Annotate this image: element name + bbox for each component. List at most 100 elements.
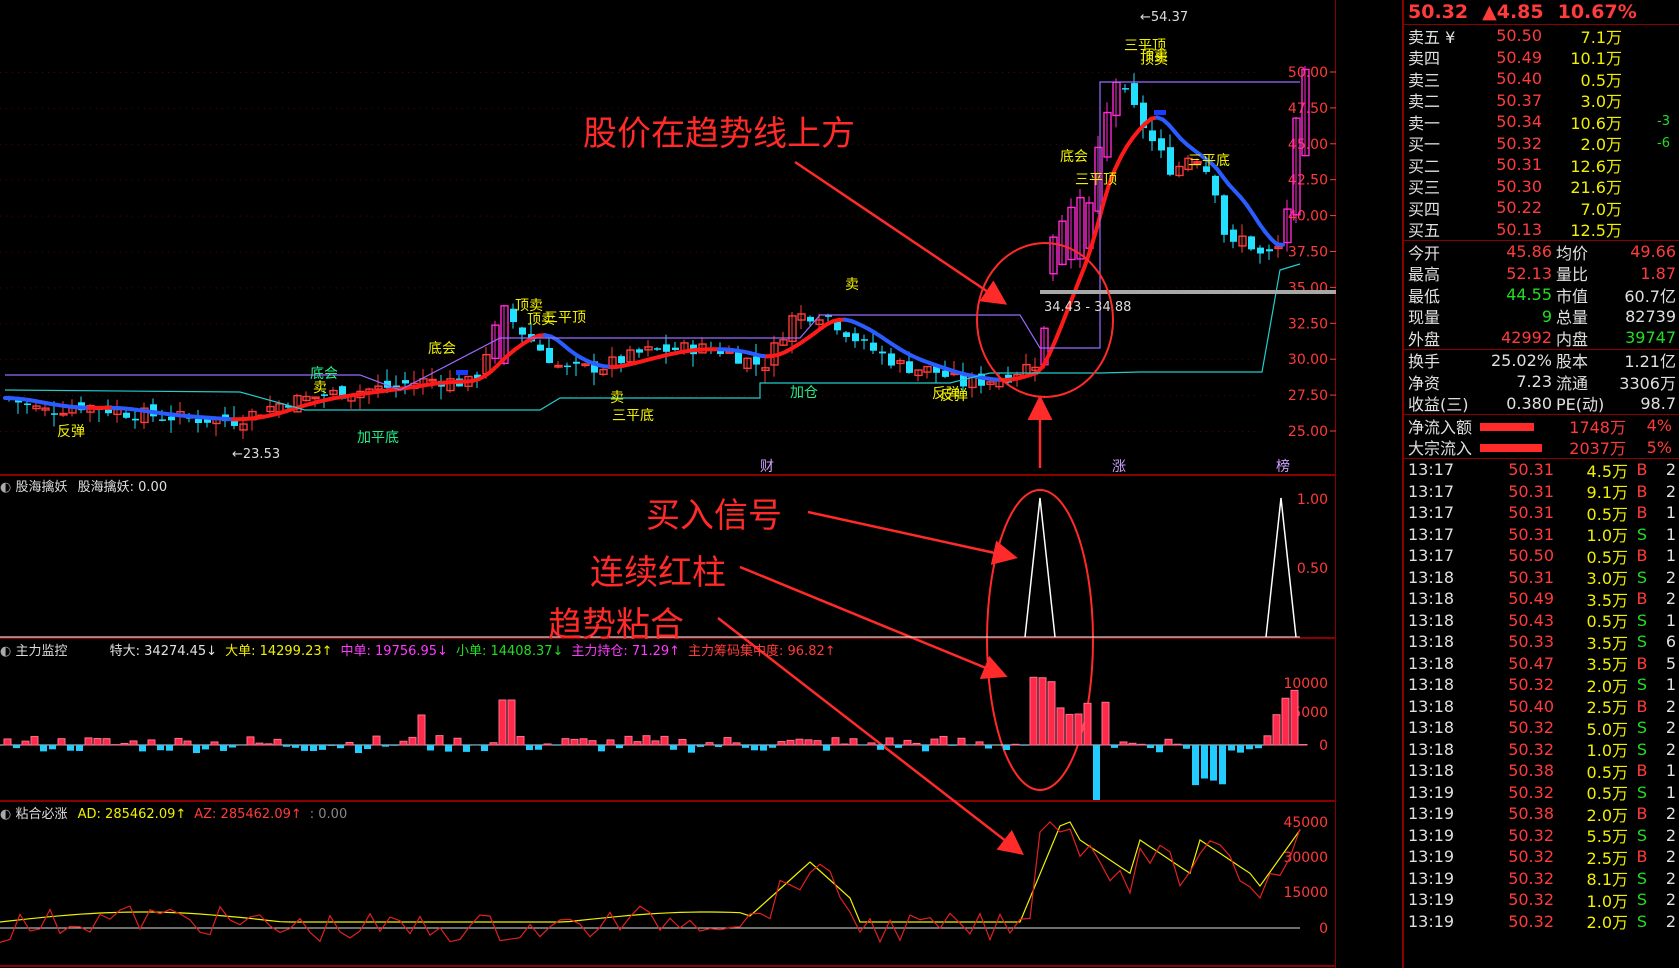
trade-price: 50.32 — [1508, 890, 1554, 910]
trade-row[interactable]: 13:19 50.32 2.0万 S 2 — [1404, 911, 1679, 933]
trade-row[interactable]: 13:19 50.32 1.0万 S 2 — [1404, 889, 1679, 911]
candle-body[interactable] — [1212, 175, 1219, 196]
order-book-row[interactable]: 卖二 50.37 3.0万 — [1404, 90, 1679, 112]
panel3-metric: AZ: 285462.09↑ — [194, 807, 302, 822]
panel3-chart[interactable]: 4500030000150000X10 — [0, 815, 1336, 965]
candle-body[interactable] — [519, 327, 526, 335]
order-book-row[interactable]: 买一 50.32 2.0万 -6 — [1404, 133, 1679, 155]
flow-bar — [516, 736, 525, 746]
trade-row[interactable]: 13:17 50.31 0.5万 B 1 — [1404, 502, 1679, 524]
candle-body[interactable] — [195, 418, 202, 424]
trade-row[interactable]: 13:17 50.31 4.5万 B 2 — [1404, 459, 1679, 481]
candle-body[interactable] — [906, 361, 913, 373]
candle-body[interactable] — [843, 332, 850, 337]
candle-body[interactable] — [753, 356, 760, 365]
trade-row[interactable]: 13:18 50.40 2.5万 B 2 — [1404, 696, 1679, 718]
trade-row[interactable]: 13:18 50.32 2.0万 S 1 — [1404, 674, 1679, 696]
candle-body[interactable] — [537, 344, 544, 351]
collapse-icon[interactable]: ◐ — [0, 480, 11, 495]
event-marker[interactable]: 榜 — [1276, 458, 1290, 475]
candle-body[interactable] — [1122, 88, 1129, 90]
order-book-row[interactable]: 买二 50.31 12.6万 — [1404, 154, 1679, 176]
candle-body[interactable] — [888, 353, 895, 366]
candle-body[interactable] — [123, 412, 130, 418]
trade-row[interactable]: 13:18 50.33 3.5万 S 6 — [1404, 631, 1679, 653]
trade-volume: 9.1万 — [1586, 483, 1628, 503]
candle-body[interactable] — [654, 348, 661, 350]
candle-body[interactable] — [159, 419, 166, 421]
candle-body[interactable] — [402, 380, 409, 384]
candle-body[interactable] — [672, 347, 679, 350]
flow-bar — [1164, 738, 1173, 746]
candle-body[interactable] — [51, 413, 58, 415]
candle-body[interactable] — [735, 351, 742, 364]
collapse-icon[interactable]: ◐ — [0, 644, 11, 659]
order-level-label: 卖四 — [1408, 49, 1441, 69]
candle-body[interactable] — [1266, 249, 1273, 252]
trade-row[interactable]: 13:18 50.32 1.0万 S 2 — [1404, 739, 1679, 761]
flow-bar — [930, 738, 939, 746]
order-book-row[interactable]: 买四 50.22 7.0万 — [1404, 197, 1679, 219]
candle-body[interactable] — [1158, 138, 1165, 151]
candle-body[interactable] — [636, 349, 643, 353]
candle-body[interactable] — [393, 385, 400, 387]
trade-row[interactable]: 13:19 50.32 8.1万 S 2 — [1404, 868, 1679, 890]
order-book-row[interactable]: 卖五 ¥ 50.50 7.1万 — [1404, 25, 1679, 47]
candle-body[interactable] — [564, 365, 571, 368]
candle-body[interactable] — [24, 403, 31, 406]
candle-body[interactable] — [870, 342, 877, 351]
candle-body[interactable] — [1167, 147, 1174, 175]
trade-row[interactable]: 13:19 50.32 2.5万 B 2 — [1404, 846, 1679, 868]
order-book-row[interactable]: 卖三 50.40 0.5万 — [1404, 68, 1679, 90]
order-book-row[interactable]: 买五 50.13 12.5万 — [1404, 219, 1679, 241]
flow-pct: 5% — [1646, 437, 1672, 457]
candle-body[interactable] — [132, 418, 139, 421]
candle-body[interactable] — [879, 351, 886, 354]
candle-body[interactable] — [1248, 236, 1255, 250]
trade-row[interactable]: 13:19 50.38 2.0万 B 2 — [1404, 803, 1679, 825]
candle-body[interactable] — [573, 361, 580, 364]
trade-row[interactable]: 13:18 50.43 0.5万 S 1 — [1404, 610, 1679, 632]
flow-bar — [867, 742, 876, 746]
collapse-icon[interactable]: ◐ — [0, 807, 11, 822]
order-book-row[interactable]: 卖一 50.34 10.6万 -3 — [1404, 111, 1679, 133]
event-marker[interactable]: 财 — [760, 459, 774, 475]
trade-row[interactable]: 13:17 50.31 9.1万 B 2 — [1404, 481, 1679, 503]
order-volume: 21.6万 — [1570, 178, 1622, 198]
trade-row[interactable]: 13:19 50.32 5.5万 S 2 — [1404, 825, 1679, 847]
trade-row[interactable]: 13:19 50.32 0.5万 S 1 — [1404, 782, 1679, 804]
trade-row[interactable]: 13:17 50.31 1.0万 S 1 — [1404, 524, 1679, 546]
flow-bar — [1480, 444, 1543, 453]
candle-body[interactable] — [663, 344, 670, 352]
candle-body[interactable] — [807, 316, 814, 322]
candle-body[interactable] — [1221, 195, 1228, 235]
trade-count: 1 — [1665, 782, 1676, 802]
candle-body[interactable] — [618, 356, 625, 364]
flow-bar — [1210, 745, 1217, 781]
flow-bar-track — [1480, 416, 1552, 435]
trade-row[interactable]: 13:18 50.49 3.5万 B 2 — [1404, 588, 1679, 610]
trade-row[interactable]: 13:18 50.31 3.0万 S 2 — [1404, 567, 1679, 589]
event-marker[interactable]: 涨 — [1112, 459, 1126, 475]
trade-row[interactable]: 13:17 50.50 0.5万 B 1 — [1404, 545, 1679, 567]
candle-body[interactable] — [1230, 229, 1237, 242]
candle-body[interactable] — [168, 416, 175, 421]
trade-ticks[interactable]: 13:17 50.31 4.5万 B 2 13:17 50.31 9.1万 B 2 13:17 50.… — [1404, 459, 1679, 932]
order-book-row[interactable]: 买三 50.30 21.6万 — [1404, 176, 1679, 198]
chart-area[interactable]: 50.00 47.50 45.00 42.50 40.00 37.50 35.00 32.50… — [0, 0, 1336, 968]
candle-body[interactable] — [861, 339, 868, 341]
order-book-row[interactable]: 卖四 50.49 10.1万 — [1404, 47, 1679, 69]
flow-bar — [1246, 745, 1253, 750]
trade-row[interactable]: 13:18 50.47 3.5万 B 5 — [1404, 653, 1679, 675]
candle-body[interactable] — [942, 370, 949, 377]
candle-body[interactable] — [852, 333, 859, 342]
candle-body[interactable] — [1257, 247, 1264, 254]
trade-row[interactable]: 13:18 50.32 5.0万 S 2 — [1404, 717, 1679, 739]
panel2-chart[interactable]: 1000050000X10 — [0, 676, 1336, 801]
y-tick-label: 37.50 — [1288, 245, 1328, 261]
candle-body[interactable] — [546, 347, 553, 363]
candle-body[interactable] — [1131, 83, 1138, 105]
trade-row[interactable]: 13:18 50.38 0.5万 B 1 — [1404, 760, 1679, 782]
candle-body[interactable] — [1149, 130, 1156, 142]
trade-volume: 0.5万 — [1586, 547, 1628, 567]
